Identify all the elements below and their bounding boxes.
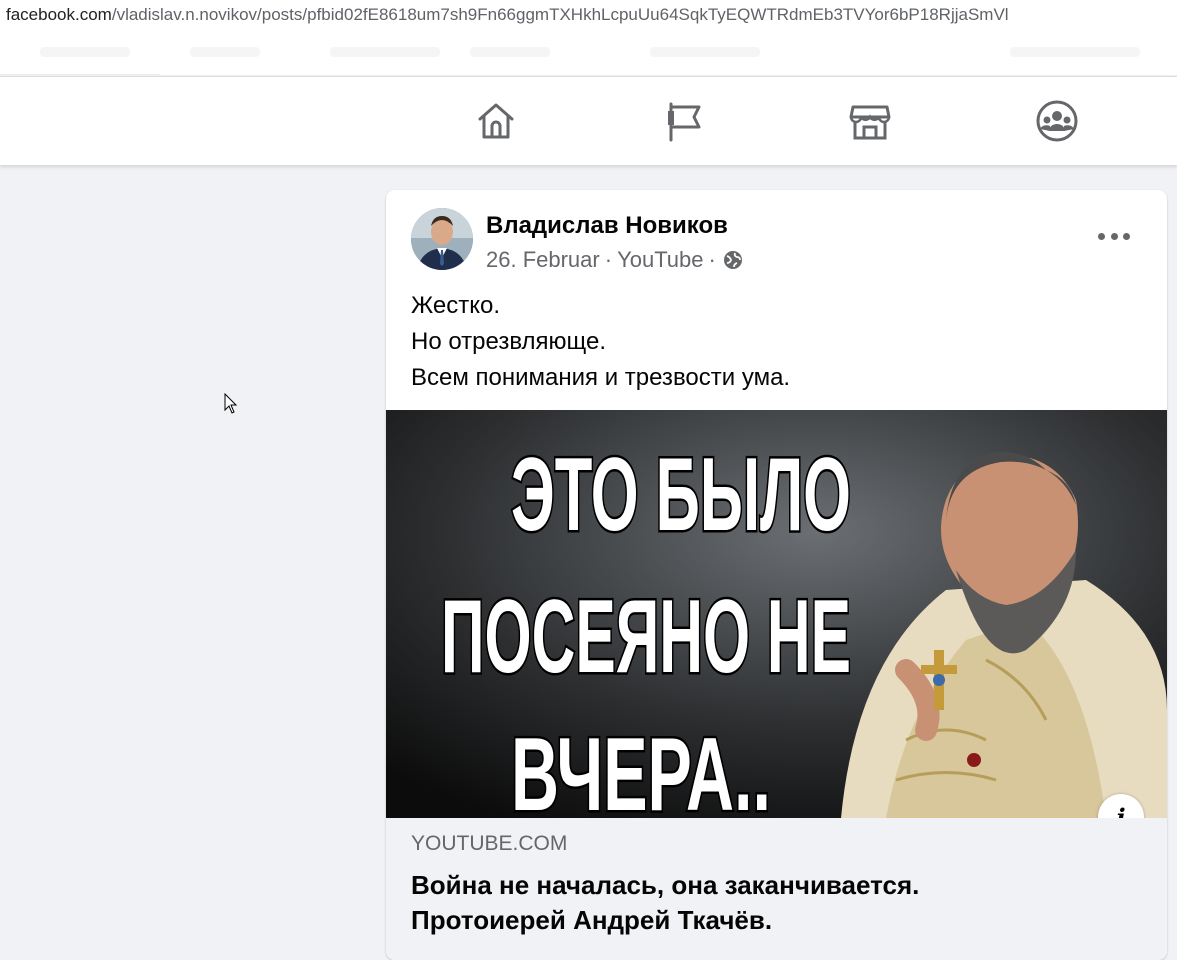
nav-pages[interactable] xyxy=(660,97,708,145)
home-icon xyxy=(478,103,514,139)
avatar[interactable] xyxy=(411,208,473,270)
link-preview[interactable]: YOUTUBE.COM Война не началась, она закан… xyxy=(386,818,1167,960)
url-path: /vladislav.n.novikov/posts/pfbid02fE8618… xyxy=(111,5,1009,24)
dot-icon xyxy=(1098,232,1105,240)
globe-icon[interactable] xyxy=(723,250,743,270)
url-text[interactable]: facebook.com/vladislav.n.novikov/posts/p… xyxy=(6,5,1009,25)
more-options-button[interactable] xyxy=(1098,226,1130,246)
post-meta: 26. Februar · YouTube · xyxy=(486,247,743,273)
bookmarks-bar xyxy=(0,31,1177,75)
post-card: Владислав Новиков 26. Februar · YouTube … xyxy=(386,190,1167,960)
address-bar[interactable]: facebook.com/vladislav.n.novikov/posts/p… xyxy=(0,0,1177,32)
mouse-cursor-icon xyxy=(224,393,238,414)
bookmark-placeholder xyxy=(40,47,130,57)
dot-icon xyxy=(1123,232,1130,240)
bookmark-placeholder xyxy=(470,47,550,57)
link-domain: YOUTUBE.COM xyxy=(411,832,568,855)
groups-icon xyxy=(1036,100,1078,142)
post-text-line: Всем понимания и трезвости ума. xyxy=(411,364,791,391)
video-thumbnail[interactable]: ЭТО БЫЛО ПОСЕЯНО НЕ ВЧЕРА.. xyxy=(386,410,1167,818)
post-author[interactable]: Владислав Новиков xyxy=(486,212,728,240)
post-text-line: Жестко. xyxy=(411,292,500,319)
top-navigation xyxy=(0,76,1177,165)
marketplace-icon xyxy=(849,105,891,140)
post-text-line: Но отрезвляюще. xyxy=(411,328,607,355)
thumbnail-headline-line: ПОСЕЯНО НЕ xyxy=(441,579,851,695)
url-host: facebook.com xyxy=(6,5,112,24)
nav-groups[interactable] xyxy=(1033,97,1081,145)
post-source[interactable]: YouTube xyxy=(617,247,703,273)
post-text: Жестко. Но отрезвляюще. Всем понимания и… xyxy=(411,288,790,396)
bookmark-placeholder xyxy=(190,47,260,57)
thumbnail-headline-line: ЭТО БЫЛО xyxy=(511,437,851,553)
dot-icon xyxy=(1110,232,1118,240)
thumbnail-image: ЭТО БЫЛО ПОСЕЯНО НЕ ВЧЕРА.. xyxy=(386,410,1167,818)
nav-marketplace[interactable] xyxy=(846,97,894,145)
link-title[interactable]: Война не началась, она заканчивается. Пр… xyxy=(411,868,1151,938)
avatar-photo xyxy=(411,208,473,270)
nav-home[interactable] xyxy=(472,97,520,145)
meta-separator: · xyxy=(708,247,716,272)
bookmark-placeholder xyxy=(650,47,760,57)
bookmark-placeholder xyxy=(330,47,440,57)
post-date[interactable]: 26. Februar xyxy=(486,247,600,273)
link-title-line: Протоиерей Андрей Ткачёв. xyxy=(411,905,773,935)
thumbnail-headline-line: ВЧЕРА.. xyxy=(511,717,771,818)
link-title-line: Война не началась, она заканчивается. xyxy=(411,870,920,900)
flag-pages-icon xyxy=(668,102,701,142)
divider xyxy=(0,74,160,75)
meta-separator: · xyxy=(604,247,613,272)
bookmark-placeholder xyxy=(1010,47,1140,57)
